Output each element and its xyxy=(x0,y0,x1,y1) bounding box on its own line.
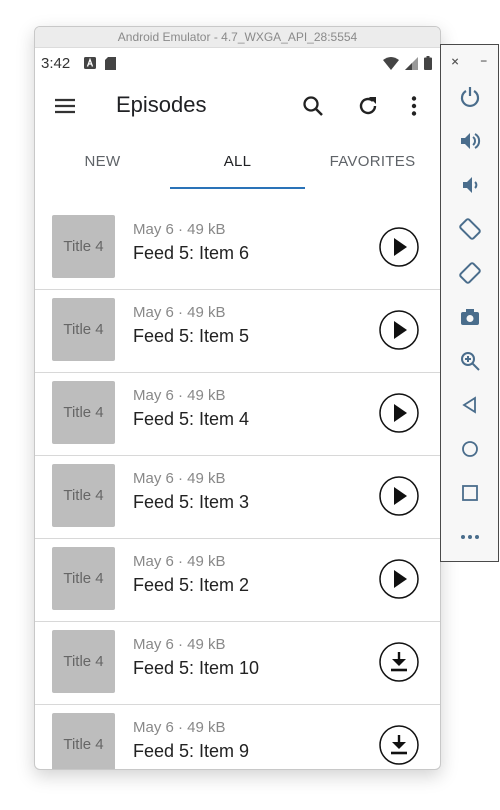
signal-icon xyxy=(405,56,418,70)
episode-meta: May 6 · 49 kB xyxy=(133,636,226,653)
back-icon[interactable] xyxy=(458,393,482,417)
overview-icon[interactable] xyxy=(458,481,482,505)
episode-title: Feed 5: Item 10 xyxy=(133,658,260,678)
home-icon[interactable] xyxy=(458,437,482,461)
episode-title: Feed 5: Item 5 xyxy=(133,326,250,346)
emulator-title: Android Emulator - 4.7_WXGA_API_28:5554 xyxy=(35,27,440,48)
episode-thumbnail: Title 4 xyxy=(52,298,115,361)
episode-thumbnail: Title 4 xyxy=(52,464,115,527)
episode-row[interactable]: Title 4 May 6 · 49 kB Feed 5: Item 5 xyxy=(35,290,440,373)
episode-thumbnail: Title 4 xyxy=(52,713,115,769)
app-bar: Episodes xyxy=(35,78,440,134)
rotate-right-icon[interactable] xyxy=(458,261,482,285)
zoom-icon[interactable] xyxy=(458,349,482,373)
sd-card-icon xyxy=(105,56,117,70)
tab-all[interactable]: ALL xyxy=(170,134,305,189)
play-icon[interactable] xyxy=(379,310,419,350)
episode-thumbnail: Title 4 xyxy=(52,547,115,610)
episode-row[interactable]: Title 4 May 6 · 49 kB Feed 5: Item 9 xyxy=(35,705,440,769)
episode-meta: May 6 · 49 kB xyxy=(133,470,226,487)
rotate-left-icon[interactable] xyxy=(458,217,482,241)
page-title: Episodes xyxy=(116,92,207,117)
volume-down-icon[interactable] xyxy=(458,173,482,197)
tab-new[interactable]: NEW xyxy=(35,134,170,189)
tab-favorites[interactable]: FAVORITES xyxy=(305,134,440,189)
power-icon[interactable] xyxy=(458,85,482,109)
search-icon[interactable] xyxy=(301,94,325,118)
overflow-menu-icon[interactable] xyxy=(402,94,426,118)
episode-thumbnail: Title 4 xyxy=(52,630,115,693)
notification-a-icon xyxy=(84,57,97,69)
episode-title: Feed 5: Item 9 xyxy=(133,741,250,761)
episode-title: Feed 5: Item 6 xyxy=(133,243,250,263)
refresh-icon[interactable] xyxy=(356,94,380,118)
play-icon[interactable] xyxy=(379,227,419,267)
camera-icon[interactable] xyxy=(458,305,482,329)
menu-icon[interactable] xyxy=(53,94,77,118)
battery-icon xyxy=(424,56,432,70)
episode-meta: May 6 · 49 kB xyxy=(133,719,226,736)
volume-up-icon[interactable] xyxy=(458,129,482,153)
wifi-icon xyxy=(383,56,399,70)
episode-thumbnail: Title 4 xyxy=(52,215,115,278)
episode-row[interactable]: Title 4 May 6 · 49 kB Feed 5: Item 4 xyxy=(35,373,440,456)
episode-list: Title 4 May 6 · 49 kB Feed 5: Item 6 Title … xyxy=(35,207,440,769)
episode-row[interactable]: Title 4 May 6 · 49 kB Feed 5: Item 10 xyxy=(35,622,440,705)
download-icon[interactable] xyxy=(379,725,419,765)
play-icon[interactable] xyxy=(379,476,419,516)
episode-meta: May 6 · 49 kB xyxy=(133,553,226,570)
status-time: 3:42 xyxy=(41,54,71,72)
emulator-window: Android Emulator - 4.7_WXGA_API_28:5554 … xyxy=(34,26,441,770)
episode-title: Feed 5: Item 2 xyxy=(133,575,250,595)
episode-meta: May 6 · 49 kB xyxy=(133,221,226,238)
status-bar: 3:42 xyxy=(35,48,440,78)
status-icons xyxy=(383,56,432,70)
play-icon[interactable] xyxy=(379,559,419,599)
episode-row[interactable]: Title 4 May 6 · 49 kB Feed 5: Item 2 xyxy=(35,539,440,622)
episode-title: Feed 5: Item 4 xyxy=(133,409,250,429)
episode-meta: May 6 · 49 kB xyxy=(133,387,226,404)
download-icon[interactable] xyxy=(379,642,419,682)
episode-row[interactable]: Title 4 May 6 · 49 kB Feed 5: Item 6 xyxy=(35,207,440,290)
emulator-control-panel: × − xyxy=(440,44,499,562)
episode-thumbnail: Title 4 xyxy=(52,381,115,444)
minimize-button[interactable]: − xyxy=(480,54,488,70)
tab-bar: NEW ALL FAVORITES xyxy=(35,134,440,189)
episode-meta: May 6 · 49 kB xyxy=(133,304,226,321)
more-icon[interactable] xyxy=(458,525,482,549)
episode-row[interactable]: Title 4 May 6 · 49 kB Feed 5: Item 3 xyxy=(35,456,440,539)
play-icon[interactable] xyxy=(379,393,419,433)
close-button[interactable]: × xyxy=(451,54,458,70)
episode-title: Feed 5: Item 3 xyxy=(133,492,250,512)
